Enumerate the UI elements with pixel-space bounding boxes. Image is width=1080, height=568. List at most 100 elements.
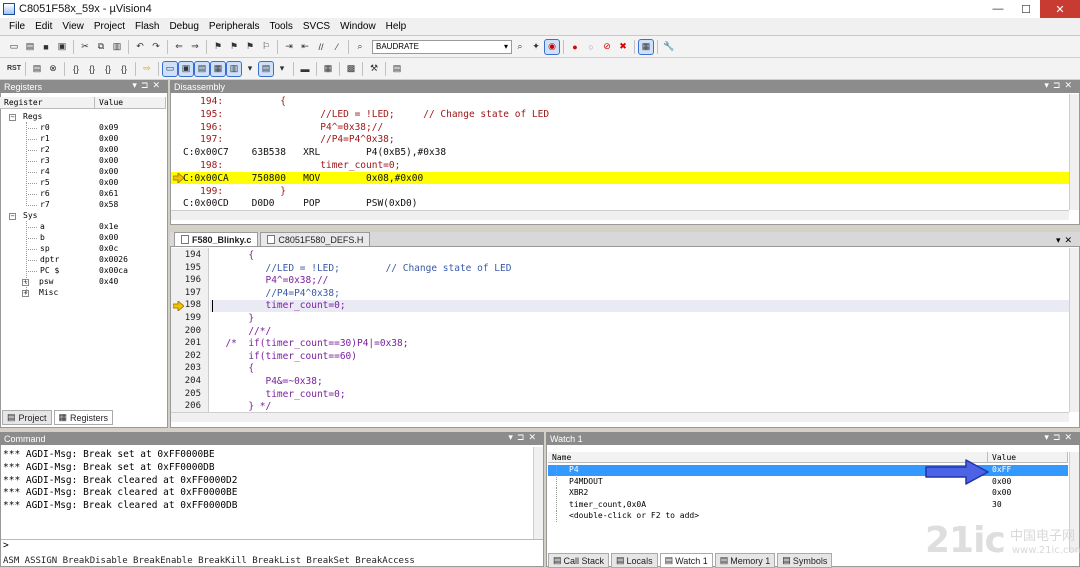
editor-hscroll[interactable] [171, 412, 1069, 422]
code-line[interactable]: timer_count=0; [214, 300, 345, 312]
panel-controls-icon[interactable]: ▾⊐✕ [132, 80, 164, 91]
stop-icon[interactable]: ⊗ [46, 62, 60, 76]
code-line[interactable]: { [214, 250, 254, 262]
tab-call-stack[interactable]: ▤ Call Stack [548, 553, 610, 568]
menu-project[interactable]: Project [89, 21, 130, 32]
nav-forward-icon[interactable]: ⇒ [188, 40, 202, 54]
register-group[interactable]: − Sys [0, 211, 166, 222]
tab-watch-1[interactable]: ▤ Watch 1 [659, 553, 713, 568]
tab-locals[interactable]: ▤ Locals [611, 553, 658, 568]
panel-controls-icon[interactable]: ▾⊐✕ [1044, 80, 1076, 91]
call-stack-icon[interactable]: ▥ [226, 60, 242, 77]
code-line[interactable]: //*/ [214, 326, 271, 338]
menu-file[interactable]: File [4, 21, 30, 32]
reset-icon[interactable]: RST [7, 62, 21, 76]
save-icon[interactable]: ■ [39, 40, 53, 54]
nav-back-icon[interactable]: ⇐ [172, 40, 186, 54]
watch-value[interactable]: 0xFF [992, 465, 1011, 474]
system-viewer-icon[interactable]: ▩ [344, 62, 358, 76]
register-row[interactable]: r6 0x61 [0, 189, 166, 200]
paste-icon[interactable]: ▥ [110, 40, 124, 54]
find-in-files-icon[interactable]: ⌕ [353, 40, 367, 54]
register-value[interactable]: 0x00 [99, 178, 118, 187]
register-value[interactable]: 0x61 [99, 189, 118, 198]
editor-vscroll[interactable] [1069, 248, 1079, 412]
registers-window-icon[interactable]: ▦ [210, 60, 226, 77]
disassembly-line[interactable]: 194: { [183, 96, 286, 108]
breakpoint-insert-icon[interactable]: ● [568, 40, 582, 54]
comment-icon[interactable]: // [314, 40, 328, 54]
register-row[interactable]: r5 0x00 [0, 178, 166, 189]
editor-close-icon[interactable]: ▾✕ [1056, 235, 1076, 246]
watch-row[interactable]: XBR2 0x00 [548, 488, 1068, 499]
watch-row[interactable]: timer_count,0x0A 30 [548, 499, 1068, 511]
breakpoint-disable-all-icon[interactable]: ⊘ [600, 40, 614, 54]
debug-session-icon[interactable]: ◉ [544, 38, 560, 55]
menu-edit[interactable]: Edit [30, 21, 57, 32]
col-value[interactable]: Value [95, 97, 166, 108]
cut-icon[interactable]: ✂ [78, 40, 92, 54]
disassembly-line[interactable]: 195: //LED = !LED; // Change state of LE… [183, 109, 549, 121]
minimize-button[interactable]: — [984, 0, 1012, 18]
bookmark-next-icon[interactable]: ⚑ [243, 40, 257, 54]
close-button[interactable]: ✕ [1040, 0, 1080, 18]
watch-row[interactable]: P4MDOUT 0x00 [548, 476, 1068, 488]
watch-windows-icon[interactable]: ▾ [243, 62, 257, 76]
memory-windows-icon[interactable]: ▤ [258, 60, 274, 77]
run-to-cursor-icon[interactable]: {} [117, 62, 131, 76]
menu-flash[interactable]: Flash [130, 21, 164, 32]
tab-project[interactable]: ▤ Project [2, 410, 52, 425]
find-combo[interactable]: BAUDRATE ▾ [372, 39, 512, 54]
command-vscroll[interactable] [533, 447, 543, 539]
code-line[interactable]: if(timer_count==60) [214, 351, 357, 363]
disassembly-line[interactable]: C:0x00CA 750800 MOV 0x08,#0x00 [183, 173, 423, 185]
tab-memory-1[interactable]: ▤ Memory 1 [714, 553, 776, 568]
watch-expression[interactable]: timer_count,0x0A [569, 500, 646, 509]
register-row[interactable]: r2 0x00 [0, 145, 166, 156]
disassembly-line[interactable]: 197: //P4=P4^0x38; [183, 134, 394, 146]
register-value[interactable]: 0x00ca [99, 266, 128, 275]
indent-icon[interactable]: ⇥ [282, 40, 296, 54]
register-row[interactable]: + Misc [0, 288, 166, 299]
col-watch-value[interactable]: Value [988, 452, 1068, 462]
step-into-icon[interactable]: {} [69, 62, 83, 76]
register-value[interactable]: 0x0c [99, 244, 118, 253]
col-name[interactable]: Name [548, 452, 988, 462]
code-line[interactable]: P4&=~0x38; [214, 376, 322, 388]
toolbox-icon[interactable]: ⚒ [367, 62, 381, 76]
disassembly-line[interactable]: 198: timer_count=0; [183, 160, 400, 172]
open-folder-icon[interactable]: ▤ [23, 40, 37, 54]
watch-expression[interactable]: P4 [569, 465, 579, 474]
configure-icon[interactable]: 🔧 [662, 40, 676, 54]
bookmark-prev-icon[interactable]: ⚑ [227, 40, 241, 54]
register-group[interactable]: − Regs [0, 112, 166, 123]
watch-row[interactable]: P4 0xFF [548, 465, 1068, 476]
code-line[interactable]: { [214, 363, 254, 375]
register-value[interactable]: 0x00 [99, 134, 118, 143]
window-layout-icon[interactable]: ▦ [638, 38, 654, 55]
redo-icon[interactable]: ↷ [149, 40, 163, 54]
watch-value[interactable]: 0x00 [992, 488, 1011, 497]
register-value[interactable]: 0x0026 [99, 255, 128, 264]
disassembly-line[interactable]: C:0x00C7 63B538 XRL P4(0xB5),#0x38 [183, 147, 446, 159]
code-line[interactable]: //LED = !LED; // Change state of LED [214, 263, 511, 275]
menu-window[interactable]: Window [335, 21, 381, 32]
menu-debug[interactable]: Debug [164, 21, 203, 32]
serial-windows-icon[interactable]: ▾ [275, 62, 289, 76]
code-line[interactable]: timer_count=0; [214, 389, 345, 401]
disassembly-line[interactable]: 196: P4^=0x38;// [183, 122, 383, 134]
menu-peripherals[interactable]: Peripherals [204, 21, 265, 32]
step-over-icon[interactable]: {} [85, 62, 99, 76]
register-value[interactable]: 0x00 [99, 156, 118, 165]
register-value[interactable]: 0x1e [99, 222, 118, 231]
tab-f580-blinky[interactable]: F580_Blinky.c [174, 232, 259, 246]
undo-icon[interactable]: ↶ [133, 40, 147, 54]
menu-svcs[interactable]: SVCS [298, 21, 335, 32]
bookmark-clear-icon[interactable]: ⚐ [259, 40, 273, 54]
panel-controls-icon[interactable]: ▾⊐✕ [508, 432, 540, 443]
disassembly-window-icon[interactable]: ▣ [178, 60, 194, 77]
register-row[interactable]: a 0x1e [0, 222, 166, 233]
show-next-statement-icon[interactable]: ⇨ [140, 62, 154, 76]
register-row[interactable]: r3 0x00 [0, 156, 166, 167]
register-row[interactable]: + psw 0x40 [0, 277, 166, 288]
